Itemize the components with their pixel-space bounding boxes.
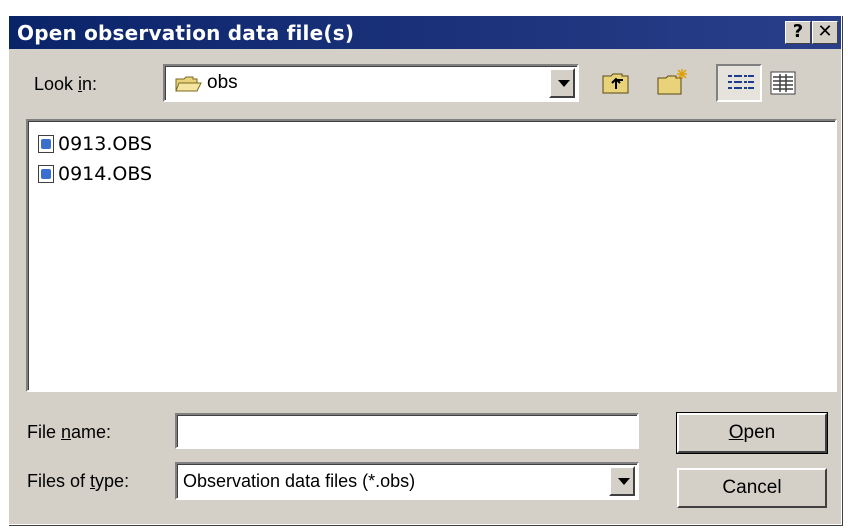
look-in-label: Look in: <box>34 74 98 94</box>
help-button[interactable]: ? <box>785 21 811 44</box>
up-one-level-icon <box>602 73 629 94</box>
files-of-type-dropdown-button[interactable] <box>609 466 635 496</box>
dialog-title: Open observation data file(s) <box>17 21 355 45</box>
create-new-folder-button[interactable] <box>654 66 690 100</box>
cancel-button[interactable]: Cancel <box>677 468 827 508</box>
close-button[interactable]: ✕ <box>812 21 838 44</box>
look-in-dropdown[interactable]: obs <box>163 64 579 102</box>
file-name-text: 0913.OBS <box>58 133 153 155</box>
files-of-type-dropdown[interactable]: Observation data files (*.obs) <box>175 462 639 500</box>
file-name-label: File name: <box>27 422 112 442</box>
open-button[interactable]: Open <box>676 412 828 454</box>
file-name-text: 0914.OBS <box>58 163 153 185</box>
details-view-button[interactable] <box>765 66 801 100</box>
obs-file-icon <box>38 165 54 183</box>
list-view-button[interactable] <box>716 64 762 102</box>
obs-file-icon <box>38 135 54 153</box>
file-list[interactable]: 0913.OBS 0914.OBS <box>26 119 837 392</box>
look-in-value: obs <box>207 72 238 93</box>
file-list-item[interactable]: 0913.OBS <box>38 131 152 157</box>
look-in-dropdown-button[interactable] <box>549 68 575 98</box>
details-view-icon <box>770 71 796 95</box>
folder-icon <box>175 75 203 98</box>
list-view-icon <box>728 75 754 89</box>
files-of-type-value: Observation data files (*.obs) <box>183 471 416 491</box>
up-one-level-button[interactable] <box>598 66 634 100</box>
file-list-item[interactable]: 0914.OBS <box>38 161 152 187</box>
file-name-input[interactable] <box>175 413 639 449</box>
files-of-type-label: Files of type: <box>27 471 130 491</box>
open-file-dialog: Open observation data file(s) ? ✕ Look i… <box>8 15 842 525</box>
new-folder-icon <box>657 69 687 95</box>
title-bar[interactable]: Open observation data file(s) ? ✕ <box>9 16 841 49</box>
